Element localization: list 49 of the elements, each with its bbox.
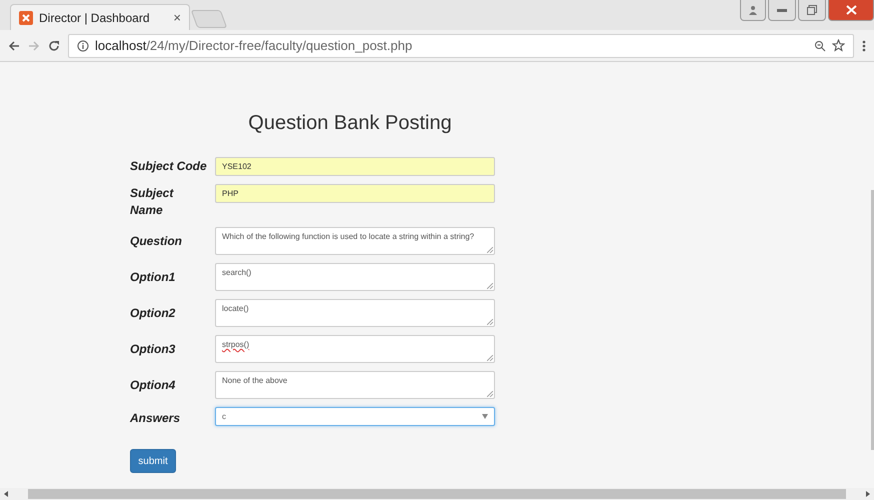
tab-title: Director | Dashboard xyxy=(39,10,150,24)
tab-close-button[interactable]: × xyxy=(173,10,181,25)
scroll-left-icon[interactable] xyxy=(4,491,8,497)
scroll-right-icon[interactable] xyxy=(866,491,870,497)
field-label: Option2 xyxy=(130,305,176,322)
text-field[interactable]: YSE102 xyxy=(215,157,495,176)
minimize-icon xyxy=(777,8,787,12)
user-button[interactable] xyxy=(740,0,766,21)
minimize-button[interactable] xyxy=(768,0,796,21)
star-icon[interactable] xyxy=(832,39,845,52)
vertical-scrollbar-thumb[interactable] xyxy=(871,190,874,450)
field-label: Option3 xyxy=(130,341,176,358)
menu-icon[interactable] xyxy=(862,40,866,52)
address-bar[interactable]: localhost/24/my/Director-free/faculty/question_post.php xyxy=(68,34,854,58)
close-button[interactable] xyxy=(828,0,874,21)
maximize-button[interactable] xyxy=(798,0,826,21)
select-field[interactable]: c xyxy=(215,407,495,426)
horizontal-scrollbar[interactable] xyxy=(0,488,874,500)
info-icon[interactable] xyxy=(77,40,89,52)
textarea-field[interactable]: locate() xyxy=(215,299,495,327)
url-host: localhost xyxy=(95,38,146,53)
text-field[interactable]: PHP xyxy=(215,184,495,203)
resize-grip-icon[interactable] xyxy=(487,391,493,397)
page-title: Question Bank Posting xyxy=(247,112,453,135)
url-path: /24/my/Director-free/faculty/question_post.php xyxy=(146,38,412,53)
field-label: Subject Code xyxy=(130,158,208,175)
field-label: Option4 xyxy=(130,377,176,394)
resize-grip-icon[interactable] xyxy=(487,283,493,289)
restore-icon xyxy=(807,5,817,15)
resize-grip-icon[interactable] xyxy=(487,355,493,361)
browser-tab[interactable]: Director | Dashboard × xyxy=(10,4,190,30)
textarea-field[interactable]: Which of the following function is used to locate a string within a string? xyxy=(215,227,495,255)
field-label: Question xyxy=(130,233,184,250)
submit-button[interactable]: submit xyxy=(130,449,176,473)
textarea-field[interactable]: strpos() xyxy=(215,335,495,363)
favicon-icon xyxy=(19,10,33,24)
back-icon[interactable] xyxy=(8,40,20,52)
dropdown-caret-icon xyxy=(482,414,488,419)
close-icon xyxy=(846,5,856,15)
textarea-field[interactable]: search() xyxy=(215,263,495,291)
field-label: Subject Name xyxy=(130,185,175,219)
resize-grip-icon[interactable] xyxy=(487,247,493,253)
zoom-icon[interactable] xyxy=(814,40,826,52)
reload-icon[interactable] xyxy=(48,40,60,52)
textarea-field[interactable]: None of the above xyxy=(215,371,495,399)
field-label: Option1 xyxy=(130,269,176,286)
resize-grip-icon[interactable] xyxy=(487,319,493,325)
field-label: Answers xyxy=(130,410,182,427)
user-icon xyxy=(748,5,758,15)
